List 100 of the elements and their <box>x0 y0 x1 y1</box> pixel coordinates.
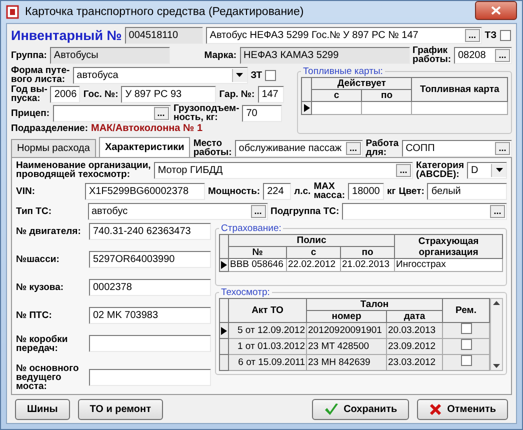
column-header[interactable]: Акт ТО <box>228 298 306 323</box>
column-header[interactable]: с <box>312 90 362 102</box>
save-button[interactable]: Сохранить <box>312 399 410 420</box>
table-cell: 6 от 15.09.2011 <box>228 354 306 371</box>
action-button[interactable]: Шины <box>15 399 70 420</box>
dropdown[interactable]: автобуса <box>72 66 248 84</box>
column-header[interactable]: Полис <box>228 234 395 247</box>
text-field[interactable]: 740.31-240 62363473 <box>89 223 211 240</box>
checkbox-label: ТЗ <box>484 30 497 40</box>
field-label: Марка: <box>204 50 237 60</box>
table-cell: 22.02.2012 <box>286 258 340 272</box>
text-field[interactable]: 70 <box>242 104 282 122</box>
field-label: № ПТС: <box>16 310 52 320</box>
window-title: Карточка транспортного средства (Редактирование) <box>25 6 305 18</box>
tab[interactable]: Характеристики <box>98 137 190 158</box>
column-header[interactable]: с <box>286 246 340 259</box>
field-label: Категория (ABCDE): <box>416 161 464 180</box>
field-label: №шасси: <box>16 255 60 264</box>
group-title: Техосмотр: <box>220 287 271 298</box>
text-field[interactable]: 004518110 <box>124 27 203 44</box>
text-field[interactable]: 2006 <box>50 86 80 103</box>
table-cell: 23.03.2012 <box>386 354 442 371</box>
column-header[interactable]: Рем. <box>442 298 490 323</box>
column-header[interactable]: по <box>340 246 395 259</box>
table-cell: Ингосстрах <box>394 258 502 272</box>
table-cell: 21.02.2013 <box>340 258 395 272</box>
division-value: МАК/Автоколонна № 1 <box>91 123 203 134</box>
field-label: Мощность: <box>208 186 260 196</box>
column-header[interactable]: Талон <box>306 298 442 311</box>
column-header[interactable]: Страхующая организация <box>394 234 502 259</box>
browse-button[interactable]: ... <box>396 164 412 177</box>
browse-button[interactable]: ... <box>464 29 480 42</box>
browse-button[interactable]: ... <box>495 142 510 156</box>
field-label: Грузоподъем- ность, кг: <box>174 104 240 122</box>
column-header[interactable]: № <box>228 246 286 259</box>
text-field[interactable]: 147 <box>258 86 284 103</box>
text-field[interactable]: 18000 <box>348 182 384 200</box>
unit-label: кг <box>387 186 396 196</box>
cancel-button[interactable]: Отменить <box>417 399 508 420</box>
text-field[interactable]: 224 <box>263 182 292 200</box>
text-field[interactable]: Автобус НЕФАЗ 5299 Гос.№ У 897 РС № 147 ... <box>206 27 482 44</box>
text-field[interactable]: белый <box>427 182 507 200</box>
column-header[interactable]: Топливная карта <box>412 78 508 102</box>
browse-button[interactable]: ... <box>490 205 505 218</box>
field-label: Год вы- пуска: <box>11 85 48 104</box>
text-field[interactable]: X1F5299BG60002378 <box>85 182 205 200</box>
field-label: № коробки передач: <box>16 334 68 353</box>
text-field[interactable]: НЕФАЗ КАМАЗ 5299 <box>240 46 410 64</box>
column-header[interactable]: по <box>362 90 412 102</box>
group-title: Страхование: <box>220 223 282 234</box>
checkbox-label: ЗТ <box>250 70 262 80</box>
field-label: Прицеп: <box>11 108 50 118</box>
table-cell: 20.03.2013 <box>386 322 442 339</box>
column-header[interactable]: дата <box>386 310 442 323</box>
column-header[interactable]: номер <box>306 310 386 323</box>
inventory-label: Инвентарный № <box>11 28 122 43</box>
tab[interactable]: Нормы расхода <box>11 139 96 158</box>
field-label: Работа для: <box>366 139 399 158</box>
text-field[interactable]: СОПП ... <box>402 140 512 158</box>
text-field[interactable]: Мотор ГИБДД ... <box>154 162 414 179</box>
field-label: № двигателя: <box>16 227 81 236</box>
field-label: Форма путе- вого листа: <box>11 66 70 84</box>
browse-button[interactable]: ... <box>346 142 361 156</box>
field-label: MAX масса: <box>314 182 346 200</box>
group-title: Топливные карты: <box>302 66 384 78</box>
table-cell: 23 MT 428500 <box>306 338 386 355</box>
text-field[interactable]: 08208 ... <box>454 46 512 64</box>
action-button[interactable]: ТО и ремонт <box>78 399 163 420</box>
field-label: VIN: <box>16 186 35 196</box>
text-field[interactable]: обслуживание пассаж ... <box>234 140 363 158</box>
text-field[interactable]: У 897 РС 93 <box>121 86 216 103</box>
table-cell: 20120920091901 <box>306 322 386 339</box>
field-label: Гос. №: <box>83 90 118 99</box>
field-label: Гар. №: <box>219 90 255 99</box>
browse-button[interactable]: ... <box>154 106 168 120</box>
text-field[interactable]: 02 MK 703983 <box>89 307 211 324</box>
dropdown[interactable]: D <box>467 162 507 179</box>
unit-label: л.с. <box>294 186 311 196</box>
field-label: Место работы: <box>193 139 232 158</box>
field-label: № основного ведущего моста: <box>16 364 79 391</box>
table-cell: 23 MH 842639 <box>306 354 386 371</box>
field-label: Подразделение: <box>11 124 88 134</box>
text-field[interactable]: Автобусы <box>50 46 170 64</box>
text-field[interactable]: 0002378 <box>89 279 211 296</box>
table-cell: 23.09.2012 <box>386 338 442 355</box>
text-field[interactable]: автобус ... <box>88 203 268 220</box>
field-label: Наименование организации, проводящей техосмотр: <box>16 161 151 180</box>
text-field[interactable]: ... <box>342 203 507 220</box>
field-label: № кузова: <box>16 283 64 292</box>
column-header[interactable]: Действует <box>312 78 412 90</box>
table-cell: 1 от 01.03.2012 <box>228 338 306 355</box>
text-field[interactable]: ... <box>52 104 170 122</box>
field-label: Подгруппа ТС: <box>270 207 340 216</box>
table-cell: 5 от 12.09.2012 <box>228 322 306 339</box>
field-label: Тип ТС: <box>16 207 52 216</box>
text-field[interactable]: 5297OR64003990 <box>89 251 211 268</box>
field-label: Группа: <box>11 50 47 60</box>
browse-button[interactable]: ... <box>495 48 510 62</box>
browse-button[interactable]: ... <box>250 205 266 218</box>
table-cell: ВВВ 058646 <box>228 258 286 272</box>
